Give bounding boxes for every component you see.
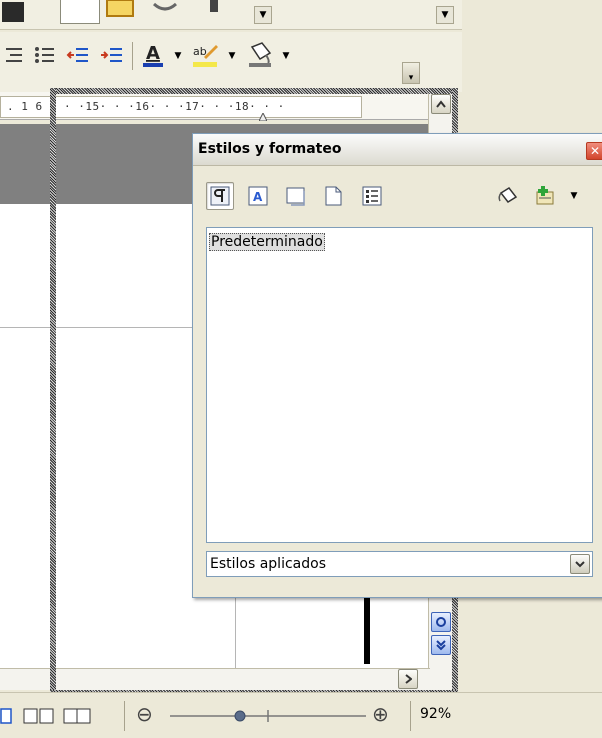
active-toolbar-button[interactable] [60, 0, 100, 24]
highlight-dropdown-icon[interactable]: ▼ [226, 46, 238, 66]
character-styles-icon[interactable]: A [244, 182, 272, 210]
ruler-numbers: . 1 6 · · ·15· · ·16· · ·17· · ·18· · · [7, 100, 285, 113]
draw-icon[interactable] [150, 0, 180, 20]
highlight-icon[interactable]: ab [188, 40, 222, 72]
toolbar-separator [132, 42, 133, 70]
list-styles-icon[interactable] [358, 182, 386, 210]
formatting-toolbar: A ▼ ab ▼ ▼ ▾ [0, 32, 462, 92]
scroll-right-button[interactable] [398, 669, 418, 689]
status-separator [124, 701, 125, 731]
list-indent-icon[interactable] [2, 42, 28, 68]
book-view-icon[interactable] [62, 707, 96, 725]
toolbar-button-partial[interactable] [0, 0, 28, 28]
styles-list[interactable]: Predeterminado [206, 227, 593, 543]
font-color-dropdown-icon[interactable]: ▼ [172, 46, 184, 66]
zoom-slider-thumb[interactable] [234, 710, 246, 722]
background-color-icon[interactable] [244, 40, 276, 72]
list-item[interactable]: Predeterminado [209, 233, 325, 251]
zoom-in-icon[interactable]: ⊕ [372, 702, 389, 726]
panel-titlebar[interactable]: Estilos y formateo ✕ [193, 134, 602, 166]
style-filter-value: Estilos aplicados [210, 556, 326, 572]
font-color-icon[interactable]: A [138, 40, 168, 72]
toolbar-overflow-handle[interactable]: ▾ [402, 62, 420, 84]
page-styles-icon[interactable] [320, 182, 348, 210]
panel-title: Estilos y formateo [198, 141, 342, 157]
zoom-slider[interactable] [168, 705, 368, 727]
styles-formatting-panel: Estilos y formateo ✕ A ▼ Predeterminado … [192, 133, 602, 598]
svg-text:A: A [146, 43, 160, 64]
status-separator [410, 701, 411, 731]
zoom-out-icon[interactable]: ⊖ [136, 702, 153, 726]
toolbar-separator [298, 42, 299, 70]
bullets-icon[interactable] [32, 42, 58, 68]
status-bar: ⊖ ⊕ 92% [0, 692, 602, 738]
frame-styles-icon[interactable] [282, 182, 310, 210]
standard-toolbar: ▼ ▼ [0, 0, 462, 30]
navigator-icon[interactable] [204, 0, 224, 20]
decrease-indent-icon[interactable] [64, 42, 92, 68]
svg-text:A: A [253, 190, 263, 204]
increase-indent-icon[interactable] [98, 42, 126, 68]
dock-frame-left [50, 88, 56, 698]
multi-page-view-icon[interactable] [22, 707, 56, 725]
next-page-icon[interactable] [431, 635, 451, 655]
style-filter-select[interactable]: Estilos aplicados [206, 551, 593, 577]
zoom-level-text[interactable]: 92% [420, 706, 451, 722]
page-break-bar [364, 592, 370, 664]
text-boundary-line [235, 596, 236, 672]
table-icon[interactable] [104, 0, 138, 22]
paragraph-styles-icon[interactable] [206, 182, 234, 210]
background-color-dropdown-icon[interactable]: ▼ [280, 46, 292, 66]
new-style-icon[interactable] [532, 182, 560, 210]
zoom-dropdown-arrow[interactable]: ▼ [254, 6, 272, 24]
fill-format-icon[interactable] [494, 182, 522, 210]
dock-frame-top [50, 88, 458, 94]
svg-text:ab: ab [193, 45, 207, 58]
close-icon[interactable]: ✕ [586, 142, 602, 160]
horizontal-scrollbar[interactable] [0, 668, 430, 690]
navigation-icon[interactable] [431, 612, 451, 632]
single-page-view-icon[interactable] [0, 707, 14, 725]
tab-stop-marker[interactable] [258, 110, 268, 122]
chevron-down-icon[interactable] [570, 554, 590, 574]
scroll-up-button[interactable] [431, 94, 451, 114]
zoom-slider-graphic [170, 710, 366, 722]
horizontal-ruler: . 1 6 · · ·15· · ·16· · ·17· · ·18· · · [0, 92, 440, 122]
new-style-dropdown-icon[interactable]: ▼ [565, 182, 583, 210]
toolbar-options-arrow[interactable]: ▼ [436, 6, 454, 24]
